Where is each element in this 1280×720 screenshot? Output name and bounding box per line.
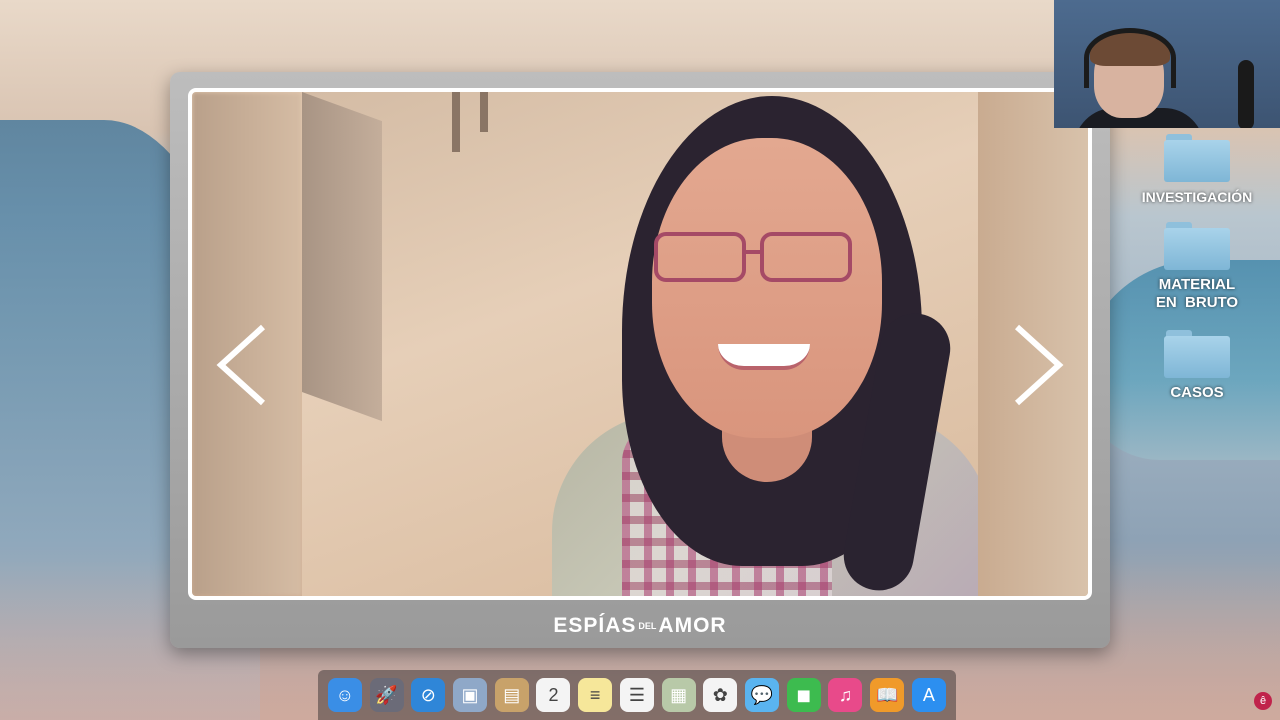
itunes-icon[interactable]: ♫ — [828, 678, 863, 712]
contacts-icon[interactable]: ▤ — [494, 678, 529, 712]
channel-logo-icon: ê — [1254, 692, 1272, 710]
headset-icon — [1084, 28, 1176, 88]
photo-booth-icon[interactable]: ▦ — [661, 678, 696, 712]
folder-material-en-bruto[interactable]: MATERIAL EN BRUTO — [1122, 222, 1272, 312]
notes-icon[interactable]: ≡ — [578, 678, 613, 712]
facetime-icon[interactable]: ◼ — [786, 678, 821, 712]
folder-investigacion[interactable]: INVESTIGACIÓN — [1122, 134, 1272, 206]
launchpad-icon[interactable]: 🚀 — [369, 678, 404, 712]
photo-person-face — [652, 138, 882, 438]
next-photo-button[interactable] — [1008, 320, 1068, 410]
folder-label: INVESTIGACIÓN — [1141, 189, 1253, 205]
calendar-icon[interactable]: 2 — [536, 678, 571, 712]
folder-icon — [1164, 222, 1230, 270]
reminders-icon[interactable]: ☰ — [619, 678, 654, 712]
brand-logo: ESPÍAS DELAMOR — [170, 614, 1110, 638]
folder-label: CASOS — [1170, 384, 1224, 401]
photos-icon[interactable]: ✿ — [703, 678, 738, 712]
app-store-icon[interactable]: A — [911, 678, 946, 712]
photo-wall — [302, 92, 382, 422]
finder-icon[interactable]: ☺ — [327, 678, 362, 712]
brand-text-main: ESPÍAS — [553, 614, 637, 637]
brand-text-secondary: AMOR — [658, 614, 727, 637]
photo-tree — [480, 92, 488, 132]
photo-person-smile — [718, 344, 810, 370]
photo-glasses-right — [760, 232, 852, 282]
brand-text-connector: DEL — [638, 621, 657, 632]
photo-glasses-left — [654, 232, 746, 282]
photo-gallery-window: ESPÍAS DELAMOR — [170, 72, 1110, 648]
folder-label-line1: MATERIAL — [1158, 276, 1236, 293]
dock: ☺ 🚀 ⊘ ▣ ▤ 2 ≡ ☰ ▦ ✿ 💬 ◼ ♫ 📖 A — [318, 670, 956, 720]
folder-icon — [1164, 134, 1230, 182]
preview-icon[interactable]: ▣ — [453, 678, 488, 712]
ibooks-icon[interactable]: 📖 — [870, 678, 905, 712]
webcam-overlay — [1054, 0, 1280, 128]
previous-photo-button[interactable] — [212, 320, 272, 410]
folder-label-line2: EN BRUTO — [1155, 294, 1239, 311]
messages-icon[interactable]: 💬 — [745, 678, 780, 712]
chevron-left-icon — [216, 324, 266, 406]
folder-casos[interactable]: CASOS — [1122, 330, 1272, 402]
folder-icon — [1164, 330, 1230, 378]
microphone-icon — [1238, 60, 1254, 128]
photo-frame — [188, 88, 1092, 600]
photo-tree — [452, 92, 460, 152]
chevron-right-icon — [1014, 324, 1064, 406]
photo-glasses-bridge — [746, 250, 760, 254]
safari-icon[interactable]: ⊘ — [411, 678, 446, 712]
current-photo — [302, 92, 992, 596]
